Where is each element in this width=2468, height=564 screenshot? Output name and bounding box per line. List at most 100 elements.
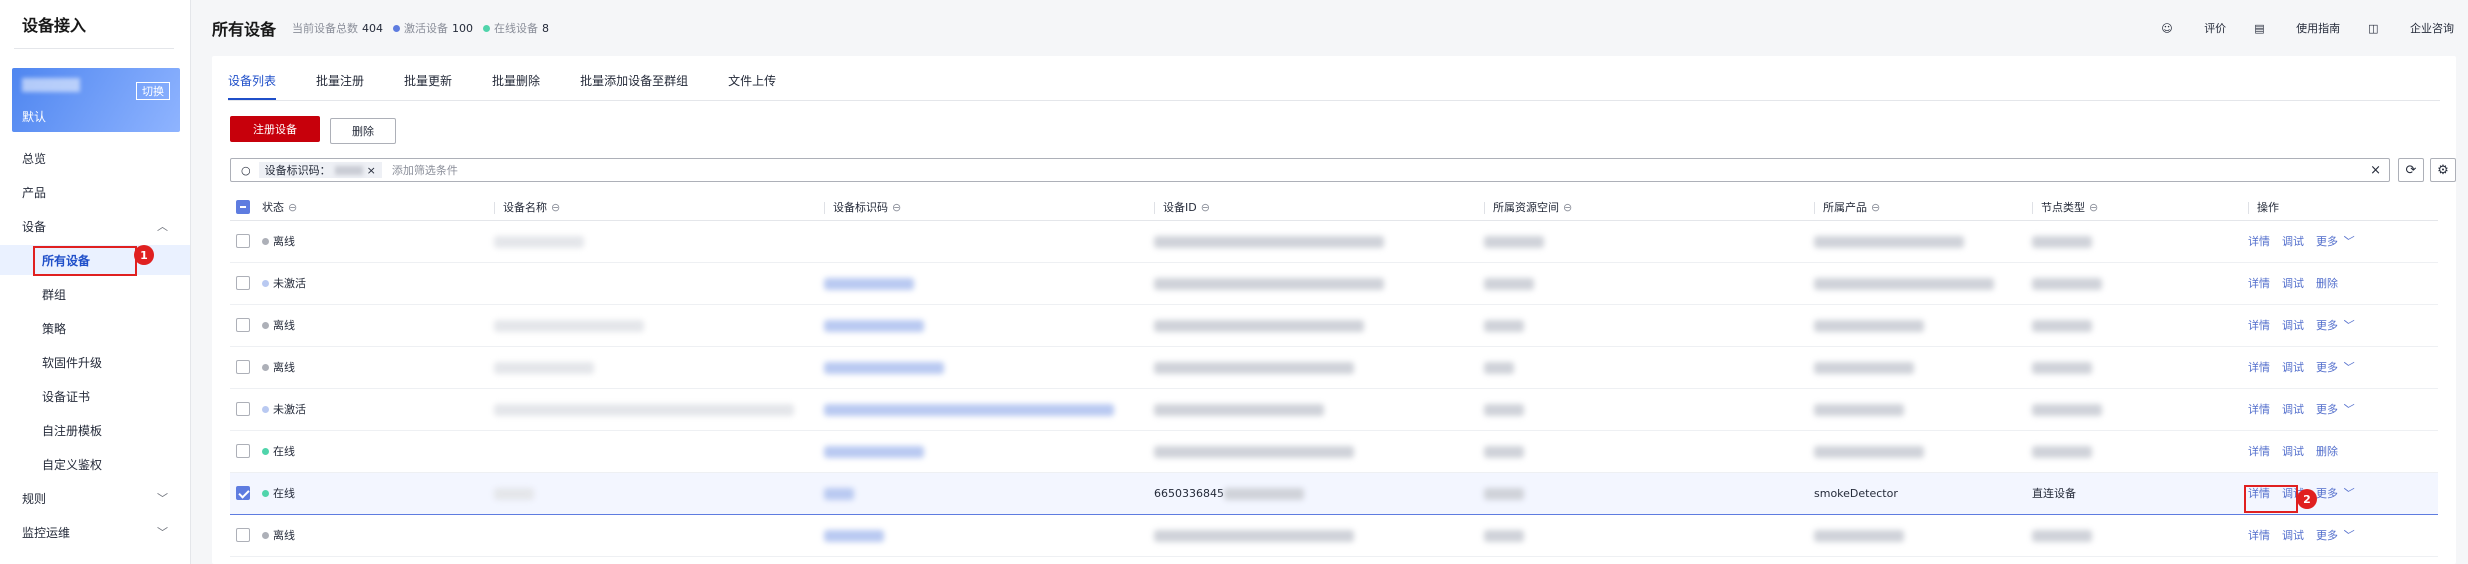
- delete-button[interactable]: 删除: [330, 118, 396, 144]
- column-header-status[interactable]: 状态 ⊖: [262, 194, 494, 221]
- table-row[interactable]: 在线 详情 调试 删除: [230, 430, 2438, 473]
- settings-button[interactable]: ⚙: [2430, 158, 2456, 182]
- action-label: 更多: [2316, 529, 2338, 542]
- table-row[interactable]: 离线 详情 调试 更多 ﹀: [230, 514, 2438, 557]
- filter-icon[interactable]: ⊖: [1563, 201, 1572, 214]
- detail-link[interactable]: 详情: [2248, 529, 2270, 542]
- nav-products[interactable]: 产品: [0, 177, 190, 207]
- tab-file-upload[interactable]: 文件上传: [728, 70, 776, 100]
- detail-link[interactable]: 详情: [2248, 277, 2270, 290]
- filter-icon[interactable]: ⊖: [892, 201, 901, 214]
- filter-icon[interactable]: ⊖: [551, 201, 560, 214]
- nav-label: 策略: [42, 321, 67, 336]
- nav-overview[interactable]: 总览: [0, 143, 190, 173]
- table-row[interactable]: 未激活 详情 调试 更多 ﹀: [230, 388, 2438, 431]
- debug-link[interactable]: 调试: [2282, 277, 2304, 290]
- actions-cell: 详情 调试 更多 ﹀: [2248, 471, 2438, 515]
- debug-link[interactable]: 调试: [2282, 403, 2304, 416]
- more-link[interactable]: 更多 ﹀: [2316, 529, 2353, 542]
- more-link[interactable]: 更多 ﹀: [2316, 403, 2353, 416]
- row-checkbox[interactable]: [236, 444, 250, 458]
- row-checkbox-cell: [230, 220, 262, 263]
- status-dot: [262, 237, 269, 245]
- nav-all-devices[interactable]: 所有设备: [0, 245, 190, 275]
- debug-link[interactable]: 调试: [2282, 529, 2304, 542]
- close-icon[interactable]: ×: [367, 164, 376, 177]
- guide-link[interactable]: ▤ 使用指南: [2254, 20, 2340, 36]
- step-badge-1: 1: [134, 245, 154, 265]
- filter-icon[interactable]: ⊖: [1871, 201, 1880, 214]
- search-input[interactable]: ○ 设备标识码： × 添加筛选条件 ×: [230, 158, 2390, 182]
- consult-link[interactable]: ◫ 企业咨询: [2368, 20, 2454, 36]
- row-checkbox[interactable]: [236, 276, 250, 290]
- nav-rules[interactable]: 规则 ﹀: [0, 483, 190, 513]
- nav-device-certificates[interactable]: 设备证书: [0, 381, 190, 411]
- table-row[interactable]: 在线 6650336845 smokeDetector 直连设备 详情 调试 更多 ﹀: [230, 471, 2438, 515]
- nav-groups[interactable]: 群组: [0, 279, 190, 309]
- device-id-cell: [1154, 514, 1484, 557]
- nav-policy[interactable]: 策略: [0, 313, 190, 343]
- tab-batch-update[interactable]: 批量更新: [404, 70, 452, 100]
- debug-link[interactable]: 调试: [2282, 235, 2304, 248]
- tab-batch-delete[interactable]: 批量删除: [492, 70, 540, 100]
- detail-link[interactable]: 详情: [2248, 319, 2270, 332]
- status-text: 离线: [273, 319, 295, 332]
- switch-instance-button[interactable]: 切换: [136, 82, 170, 100]
- column-header-node-id[interactable]: 设备标识码 ⊖: [824, 194, 1154, 221]
- detail-link[interactable]: 详情: [2248, 487, 2270, 500]
- refresh-button[interactable]: ⟳: [2398, 158, 2424, 182]
- column-header-device-name[interactable]: 设备名称 ⊖: [494, 194, 824, 221]
- tab-batch-register[interactable]: 批量注册: [316, 70, 364, 100]
- delete-link[interactable]: 删除: [2316, 445, 2338, 458]
- node-id-cell: [824, 388, 1154, 431]
- table-row[interactable]: 离线 详情 调试 更多 ﹀: [230, 346, 2438, 389]
- more-link[interactable]: 更多 ﹀: [2316, 487, 2353, 500]
- column-header-device-id[interactable]: 设备ID ⊖: [1154, 194, 1484, 221]
- more-link[interactable]: 更多 ﹀: [2316, 235, 2353, 248]
- tab-batch-add-to-group[interactable]: 批量添加设备至群组: [580, 70, 688, 100]
- filter-icon[interactable]: ⊖: [1201, 201, 1210, 214]
- table-row[interactable]: 离线 详情 调试 更多 ﹀: [230, 220, 2438, 263]
- row-checkbox[interactable]: [236, 402, 250, 416]
- select-all-checkbox[interactable]: [236, 199, 250, 214]
- column-header-node-type[interactable]: 节点类型 ⊖: [2032, 194, 2248, 221]
- detail-link[interactable]: 详情: [2248, 403, 2270, 416]
- filter-icon[interactable]: ⊖: [2089, 201, 2098, 214]
- row-checkbox[interactable]: [236, 360, 250, 374]
- status-dot: [262, 363, 269, 371]
- product-cell: [1814, 388, 2032, 431]
- table-row[interactable]: 离线 详情 调试 更多 ﹀: [230, 304, 2438, 347]
- detail-link[interactable]: 详情: [2248, 235, 2270, 248]
- delete-link[interactable]: 删除: [2316, 277, 2338, 290]
- row-checkbox[interactable]: [236, 486, 250, 500]
- instance-card[interactable]: 切换 默认: [12, 68, 180, 132]
- debug-link[interactable]: 调试: [2282, 319, 2304, 332]
- nav-monitoring[interactable]: 监控运维 ﹀: [0, 517, 190, 547]
- nav-firmware-upgrade[interactable]: 软固件升级: [0, 347, 190, 377]
- table-row[interactable]: 未激活 详情 调试 删除: [230, 262, 2438, 305]
- filter-icon[interactable]: ⊖: [288, 201, 297, 214]
- nav-custom-auth[interactable]: 自定义鉴权: [0, 449, 190, 479]
- more-link[interactable]: 更多 ﹀: [2316, 319, 2353, 332]
- instance-label: 默认: [22, 110, 47, 124]
- nav-devices[interactable]: 设备 ︿: [0, 211, 190, 241]
- row-checkbox[interactable]: [236, 528, 250, 542]
- rate-link[interactable]: ☺ 评价: [2161, 20, 2226, 36]
- clear-icon[interactable]: ×: [2370, 163, 2381, 178]
- column-header-resource-space[interactable]: 所属资源空间 ⊖: [1484, 194, 1814, 221]
- row-checkbox[interactable]: [236, 318, 250, 332]
- register-device-button[interactable]: 注册设备: [230, 116, 320, 142]
- debug-link[interactable]: 调试: [2282, 445, 2304, 458]
- nav-self-registration[interactable]: 自注册模板: [0, 415, 190, 445]
- column-header-product[interactable]: 所属产品 ⊖: [1814, 194, 2032, 221]
- actions-cell: 详情 调试 更多 ﹀: [2248, 346, 2438, 389]
- row-checkbox[interactable]: [236, 234, 250, 248]
- debug-link[interactable]: 调试: [2282, 361, 2304, 374]
- filter-chip[interactable]: 设备标识码： ×: [258, 162, 382, 178]
- detail-link[interactable]: 详情: [2248, 445, 2270, 458]
- more-link[interactable]: 更多 ﹀: [2316, 361, 2353, 374]
- status-dot: [262, 279, 269, 287]
- detail-link[interactable]: 详情: [2248, 361, 2270, 374]
- redacted-value: [1814, 445, 1924, 458]
- tab-device-list[interactable]: 设备列表: [228, 70, 277, 100]
